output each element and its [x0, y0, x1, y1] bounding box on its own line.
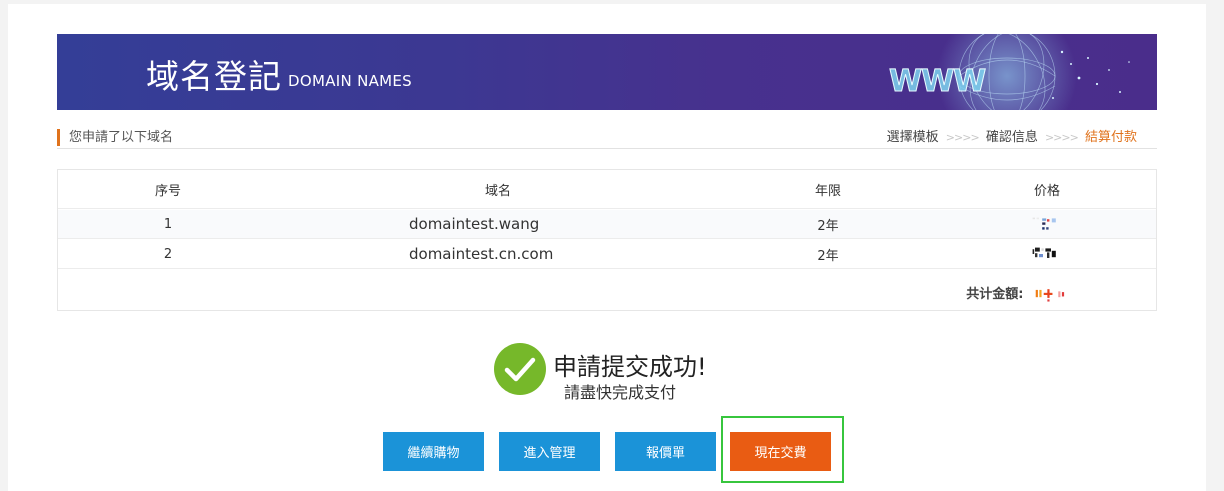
total-label: 共计金額: [966, 287, 1024, 302]
column-header-domain: 域名 [484, 183, 511, 199]
step-checkout-payment: 結算付款 [1084, 130, 1137, 145]
total-amount: 共计金額: [966, 283, 1074, 303]
pixelated-total-icon [1035, 288, 1065, 302]
www-text: WWW [889, 64, 986, 99]
row-years: 2年 [817, 248, 839, 264]
domain-banner: 域名登記 DOMAIN NAMES WWW [57, 34, 1157, 110]
column-header-years: 年限 [814, 183, 841, 199]
table-header: 序号 域名 年限 价格 [58, 170, 1156, 209]
order-table: 序号 域名 年限 价格 1 domaintest.wang 2年 2 domai… [57, 169, 1157, 311]
applied-domains-label: 您申請了以下域名 [57, 129, 173, 146]
row-price [938, 210, 1156, 238]
column-header-price: 价格 [1033, 183, 1060, 199]
quotation-button[interactable]: 報價單 [615, 432, 716, 471]
pay-now-button[interactable]: 現在交費 [730, 432, 831, 471]
banner-title: 域名登記 [146, 57, 282, 96]
row-years: 2年 [817, 218, 839, 234]
check-circle-icon [494, 343, 546, 395]
pixelated-price-icon [1032, 247, 1056, 258]
table-row: 2 domaintest.cn.com 2年 [58, 240, 1156, 269]
step-confirm-info: 確認信息 [985, 130, 1038, 145]
row-domain: domaintest.cn.com [409, 245, 554, 263]
row-number: 2 [163, 246, 173, 262]
row-number: 1 [163, 216, 173, 232]
step-arrow-icon: >>>> [1044, 131, 1079, 144]
success-title: 申請提交成功! [553, 353, 707, 381]
row-price [938, 240, 1156, 268]
page: 域名登記 DOMAIN NAMES WWW 您申請了以下域名 選擇模板 >>>>… [8, 4, 1206, 491]
table-row: 1 domaintest.wang 2年 [58, 210, 1156, 239]
column-header-no: 序号 [154, 183, 181, 199]
checkout-steps: 選擇模板 >>>> 確認信息 >>>> 結算付款 [887, 129, 1137, 146]
continue-shopping-button[interactable]: 繼續購物 [383, 432, 484, 471]
success-subtitle: 請盡快完成支付 [564, 383, 677, 402]
success-message: 申請提交成功! 請盡快完成支付 [494, 343, 734, 402]
step-row: 您申請了以下域名 選擇模板 >>>> 確認信息 >>>> 結算付款 [57, 127, 1157, 149]
step-select-template: 選擇模板 [886, 130, 939, 145]
step-arrow-icon: >>>> [945, 131, 980, 144]
banner-subtitle: DOMAIN NAMES [288, 72, 412, 90]
www-globe-graphic: WWW [889, 34, 1130, 110]
pixelated-price-icon [1032, 217, 1056, 230]
enter-management-button[interactable]: 進入管理 [499, 432, 600, 471]
check-mark-icon [504, 357, 536, 382]
row-domain: domaintest.wang [409, 215, 540, 233]
